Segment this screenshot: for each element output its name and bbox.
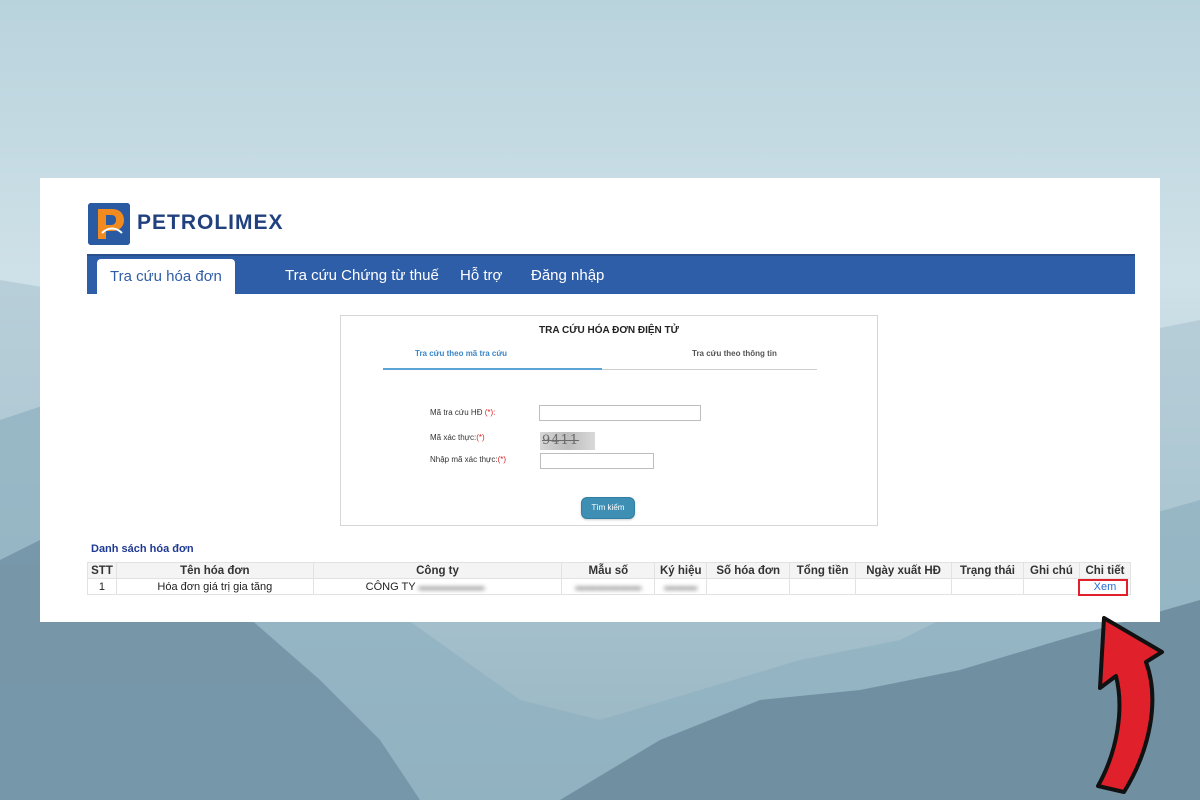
- captcha-label: Mã xác thực:(*): [430, 433, 485, 442]
- cell-status: [951, 578, 1024, 595]
- table-row: 1 Hóa đơn giá trị gia tăng CÔNG TY ▬▬▬▬▬…: [87, 578, 1132, 595]
- cell-form-no: ▬▬▬▬▬▬: [561, 578, 656, 595]
- nav-item-tax-document-lookup[interactable]: Tra cứu Chứng từ thuế: [285, 256, 439, 294]
- annotation-arrow-icon: [1096, 616, 1164, 794]
- invoice-search-panel: TRA CỨU HÓA ĐƠN ĐIỆN TỬ Tra cứu theo mã …: [340, 315, 878, 526]
- company-name-redacted: ▬▬▬▬▬▬: [418, 580, 485, 593]
- captcha-input[interactable]: [540, 453, 654, 469]
- invoice-table-header: STT Tên hóa đơn Công ty Mẫu số Ký hiệu S…: [87, 562, 1132, 579]
- column-header-invoice-name: Tên hóa đơn: [115, 562, 314, 579]
- tab-divider: [602, 369, 817, 370]
- cell-note: [1022, 578, 1080, 595]
- main-nav: Tra cứu hóa đơn Tra cứu Chứng từ thuế Hỗ…: [87, 254, 1135, 294]
- search-panel-title: TRA CỨU HÓA ĐƠN ĐIỆN TỬ: [539, 325, 679, 336]
- nav-item-invoice-lookup[interactable]: Tra cứu hóa đơn: [97, 259, 235, 294]
- nav-item-support[interactable]: Hỗ trợ: [460, 256, 502, 294]
- column-header-status: Trạng thái: [951, 562, 1024, 579]
- column-header-invoice-no: Số hóa đơn: [706, 562, 791, 579]
- tab-lookup-by-code[interactable]: Tra cứu theo mã tra cứu: [415, 349, 507, 358]
- active-tab-indicator: [383, 368, 602, 370]
- cell-invoice-name: Hóa đơn giá trị gia tăng: [115, 578, 314, 595]
- column-header-form-no: Mẫu số: [561, 562, 656, 579]
- brand-name: PETROLIMEX: [137, 211, 284, 234]
- browser-page: PETROLIMEX Tra cứu hóa đơn Tra cứu Chứng…: [40, 178, 1160, 622]
- column-header-issue-date: Ngày xuất HĐ: [855, 562, 953, 579]
- cell-symbol: ▬▬▬: [654, 578, 708, 595]
- petrolimex-logo-icon: [88, 203, 130, 245]
- column-header-stt: STT: [87, 562, 117, 579]
- cell-issue-date: [855, 578, 953, 595]
- brand-logo[interactable]: PETROLIMEX: [88, 203, 318, 245]
- invoice-list-title: Danh sách hóa đơn: [91, 543, 194, 555]
- form-no-redacted: ▬▬▬▬▬▬: [575, 580, 642, 593]
- lookup-code-label: Mã tra cứu HĐ (*):: [430, 408, 496, 417]
- column-header-company: Công ty: [312, 562, 563, 579]
- company-name: CÔNG TY: [365, 580, 416, 593]
- column-header-total: Tổng tiền: [789, 562, 857, 579]
- symbol-redacted: ▬▬▬: [664, 580, 698, 593]
- captcha-input-label: Nhập mã xác thực:(*): [430, 455, 507, 464]
- column-header-note: Ghi chú: [1022, 562, 1080, 579]
- search-button[interactable]: Tìm kiếm: [581, 497, 635, 519]
- nav-item-login[interactable]: Đăng nhập: [531, 256, 604, 294]
- column-header-symbol: Ký hiệu: [654, 562, 708, 579]
- cell-company: CÔNG TY ▬▬▬▬▬▬: [312, 578, 563, 595]
- view-link-highlight-box: [1078, 579, 1128, 596]
- cell-stt: 1: [87, 578, 117, 595]
- cell-total: [789, 578, 857, 595]
- invoice-table: STT Tên hóa đơn Công ty Mẫu số Ký hiệu S…: [87, 562, 1132, 595]
- column-header-detail: Chi tiết: [1078, 562, 1132, 579]
- captcha-image: 9411: [540, 432, 595, 450]
- tab-lookup-by-info[interactable]: Tra cứu theo thông tin: [692, 349, 777, 358]
- cell-invoice-no: [706, 578, 791, 595]
- lookup-code-input[interactable]: [539, 405, 701, 421]
